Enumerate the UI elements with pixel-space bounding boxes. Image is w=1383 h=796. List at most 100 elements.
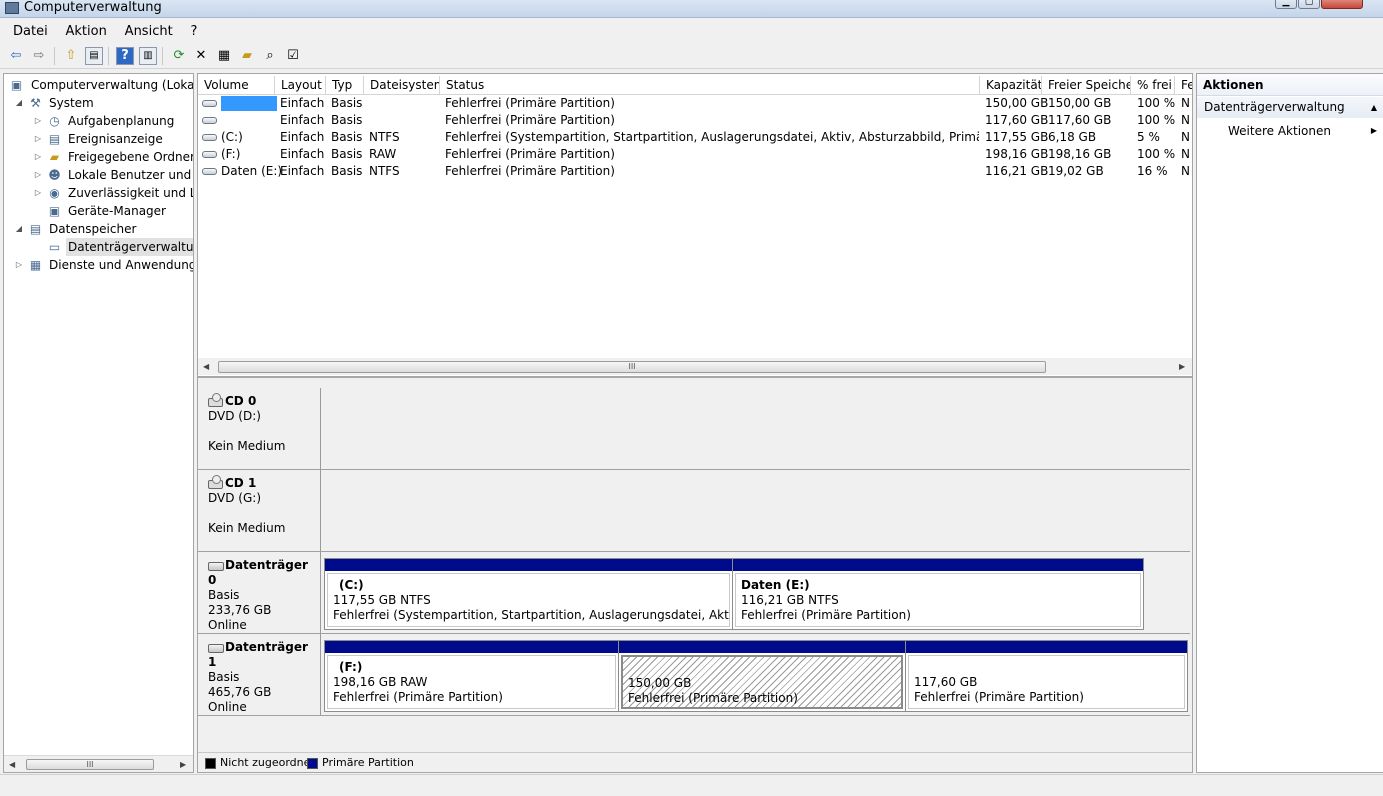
fs-cell: NTFS bbox=[369, 164, 400, 178]
table-row[interactable]: (C:) Einfach Basis NTFS Fehlerfrei (Syst… bbox=[198, 129, 1192, 146]
menu-datei[interactable]: Datei bbox=[6, 21, 55, 42]
hard-disk-icon bbox=[208, 560, 224, 571]
unallocated-swatch bbox=[205, 758, 216, 769]
expand-arrow-icon[interactable]: ▷ bbox=[33, 130, 43, 148]
col-prozent-frei[interactable]: % frei bbox=[1131, 76, 1175, 95]
disk-row-disk1: Datenträger 1 Basis 465,76 GB Online (F:… bbox=[198, 634, 1190, 716]
selected-volume-name[interactable] bbox=[221, 96, 277, 111]
status-bar bbox=[0, 774, 1383, 796]
scroll-left-icon[interactable]: ◀ bbox=[203, 362, 209, 371]
minimize-button[interactable]: ▁ bbox=[1275, 0, 1297, 9]
storage-icon: ▤ bbox=[29, 222, 42, 236]
scrollbar-thumb[interactable]: III bbox=[218, 361, 1046, 373]
show-action-pane-icon[interactable]: ▥ bbox=[139, 47, 157, 65]
scroll-right-icon[interactable]: ▶ bbox=[180, 760, 186, 769]
col-layout[interactable]: Layout bbox=[275, 76, 326, 95]
submenu-arrow-icon[interactable]: ▶ bbox=[1371, 126, 1377, 135]
tree-item-zuverlaessigkeit[interactable]: ▷ ◉ Zuverlässigkeit und Leistung bbox=[4, 184, 193, 202]
col-freier-speicher[interactable]: Freier Speicher bbox=[1042, 76, 1131, 95]
help-icon[interactable]: ? bbox=[116, 47, 134, 65]
up-folder-icon[interactable]: ⇧ bbox=[62, 47, 80, 65]
col-kapazitaet[interactable]: Kapazität bbox=[980, 76, 1042, 95]
typ-cell: Basis bbox=[331, 147, 363, 161]
partition-size: 150,00 GB bbox=[628, 676, 692, 690]
tree-item-datentraegerverwaltung[interactable]: ▭ Datenträgerverwaltung bbox=[4, 238, 193, 256]
table-row[interactable]: Daten (E:) Einfach Basis NTFS Fehlerfrei… bbox=[198, 163, 1192, 180]
col-status[interactable]: Status bbox=[440, 76, 980, 95]
check-list-icon[interactable]: ☑ bbox=[284, 47, 302, 65]
delete-icon[interactable]: ✕ bbox=[192, 47, 210, 65]
tree-item-ereignisanzeige[interactable]: ▷ ▤ Ereignisanzeige bbox=[4, 130, 192, 148]
col-typ[interactable]: Typ bbox=[326, 76, 364, 95]
properties-icon[interactable]: ▦ bbox=[215, 47, 233, 65]
disk-name: CD 1 bbox=[225, 476, 257, 490]
tree-datenspeicher[interactable]: ◢ ▤ Datenspeicher bbox=[4, 220, 192, 238]
collapse-arrow-icon[interactable]: ◢ bbox=[14, 220, 24, 238]
open-folder-icon[interactable]: ▰ bbox=[238, 47, 256, 65]
scroll-right-icon[interactable]: ▶ bbox=[1179, 362, 1185, 371]
partition-size: 117,55 GB NTFS bbox=[333, 593, 431, 607]
tree-item-geraete-manager[interactable]: ▣ Geräte-Manager bbox=[4, 202, 192, 220]
services-icon: ▦ bbox=[29, 258, 42, 272]
partition-f[interactable]: (F:) 198,16 GB RAW Fehlerfrei (Primäre P… bbox=[324, 640, 619, 712]
tree-root[interactable]: ▣ Computerverwaltung (Lokal) bbox=[7, 76, 193, 94]
partition-150gb-selected[interactable]: 150,00 GB Fehlerfrei (Primäre Partition) bbox=[618, 640, 906, 712]
primary-partition-bar bbox=[325, 559, 732, 571]
tree-system[interactable]: ◢ ⚒ System bbox=[4, 94, 192, 112]
partition-size: 116,21 GB NTFS bbox=[741, 593, 839, 607]
tree-item-freigegebene-ordner[interactable]: ▷ ▰ Freigegebene Ordner bbox=[4, 148, 193, 166]
menu-ansicht[interactable]: Ansicht bbox=[118, 21, 180, 42]
fe-cell: N bbox=[1181, 147, 1190, 161]
partition-117gb[interactable]: 117,60 GB Fehlerfrei (Primäre Partition) bbox=[905, 640, 1188, 712]
expand-arrow-icon[interactable]: ▷ bbox=[33, 166, 43, 184]
disk-type: DVD (D:) bbox=[208, 409, 261, 423]
status-cell: Fehlerfrei (Primäre Partition) bbox=[445, 96, 615, 110]
partition-e[interactable]: Daten (E:) 116,21 GB NTFS Fehlerfrei (Pr… bbox=[732, 558, 1144, 630]
disk-info[interactable]: Datenträger 1 Basis 465,76 GB Online bbox=[198, 634, 321, 715]
forward-arrow-icon[interactable]: ⇨ bbox=[30, 47, 48, 65]
scrollbar-thumb[interactable]: III bbox=[26, 759, 154, 770]
tools-icon: ⚒ bbox=[30, 96, 41, 110]
scroll-left-icon[interactable]: ◀ bbox=[9, 760, 15, 769]
volume-icon bbox=[202, 168, 217, 175]
actions-section-header[interactable]: Datenträgerverwaltung ▲ bbox=[1197, 97, 1383, 118]
expand-arrow-icon[interactable]: ▷ bbox=[14, 256, 24, 274]
capacity-cell: 117,60 GB bbox=[985, 113, 1049, 127]
table-row[interactable]: (F:) Einfach Basis RAW Fehlerfrei (Primä… bbox=[198, 146, 1192, 163]
refresh-icon[interactable]: ⟳ bbox=[170, 47, 188, 65]
menu-aktion[interactable]: Aktion bbox=[59, 21, 114, 42]
col-fehlertoleranz[interactable]: Fe bbox=[1175, 76, 1192, 95]
more-actions-item[interactable]: Weitere Aktionen bbox=[1228, 122, 1331, 140]
disk-info[interactable]: CD 0 DVD (D:) Kein Medium bbox=[198, 388, 321, 469]
actions-section-label: Datenträgerverwaltung bbox=[1204, 100, 1345, 114]
pane-splitter[interactable] bbox=[198, 376, 1192, 384]
partition-c[interactable]: (C:) 117,55 GB NTFS Fehlerfrei (Systempa… bbox=[324, 558, 733, 630]
tree-item-lokale-benutzer[interactable]: ▷ ☻ Lokale Benutzer und Gruppen bbox=[4, 166, 193, 184]
search-icon[interactable]: ⌕ bbox=[261, 47, 279, 65]
percent-cell: 100 % bbox=[1137, 96, 1176, 110]
typ-cell: Basis bbox=[331, 164, 363, 178]
partition-label: (F:) bbox=[339, 660, 363, 674]
tree-item-aufgabenplanung[interactable]: ▷ ◷ Aufgabenplanung bbox=[4, 112, 192, 130]
tree-horizontal-scrollbar[interactable]: ◀ III ▶ bbox=[4, 755, 193, 772]
close-button[interactable] bbox=[1321, 0, 1363, 9]
expand-arrow-icon[interactable]: ▷ bbox=[33, 148, 43, 166]
show-hide-tree-icon[interactable]: ▤ bbox=[85, 47, 103, 65]
computer-icon: ▣ bbox=[10, 78, 23, 92]
volume-list-horizontal-scrollbar[interactable]: ◀ III ▶ bbox=[198, 358, 1192, 375]
table-row[interactable]: Einfach Basis Fehlerfrei (Primäre Partit… bbox=[198, 112, 1192, 129]
percent-cell: 100 % bbox=[1137, 113, 1176, 127]
expand-arrow-icon[interactable]: ▷ bbox=[33, 184, 43, 202]
disk-info[interactable]: CD 1 DVD (G:) Kein Medium bbox=[198, 470, 321, 551]
menu-help[interactable]: ? bbox=[184, 21, 205, 42]
col-dateisystem[interactable]: Dateisystem bbox=[364, 76, 440, 95]
collapse-triangle-icon[interactable]: ▲ bbox=[1371, 97, 1377, 118]
table-row[interactable]: Einfach Basis Fehlerfrei (Primäre Partit… bbox=[198, 95, 1192, 112]
col-volume[interactable]: Volume bbox=[198, 76, 275, 95]
disk-info[interactable]: Datenträger 0 Basis 233,76 GB Online bbox=[198, 552, 321, 633]
back-arrow-icon[interactable]: ⇦ bbox=[7, 47, 25, 65]
tree-dienste-anwendungen[interactable]: ▷ ▦ Dienste und Anwendungen bbox=[4, 256, 193, 274]
expand-arrow-icon[interactable]: ▷ bbox=[33, 112, 43, 130]
collapse-arrow-icon[interactable]: ◢ bbox=[14, 94, 24, 112]
maximize-button[interactable]: ▢ bbox=[1298, 0, 1320, 9]
